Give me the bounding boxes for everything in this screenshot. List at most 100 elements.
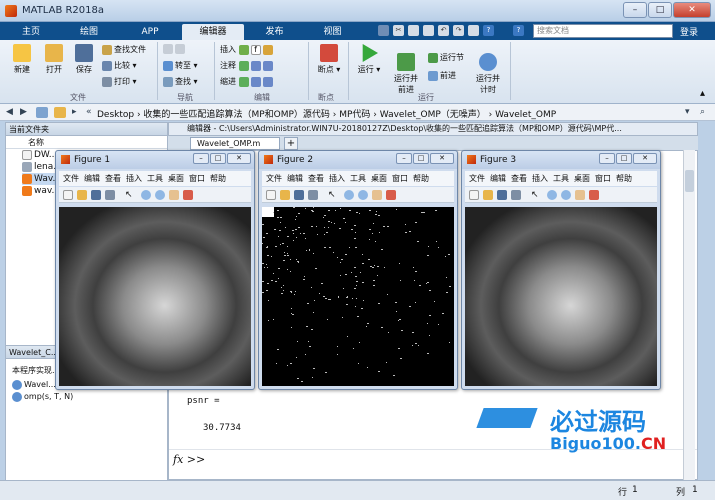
open-icon[interactable] [280, 190, 290, 200]
new-figure-icon[interactable] [63, 190, 73, 200]
menu-window[interactable]: 窗口 [595, 171, 611, 186]
copy-quick-icon[interactable] [408, 25, 419, 36]
redo-quick-icon[interactable]: ↷ [453, 25, 464, 36]
menu-view[interactable]: 查看 [511, 171, 527, 186]
breakpoints-button[interactable]: 断点 ▾ [314, 44, 344, 75]
vertical-scrollbar[interactable] [683, 150, 695, 480]
run-and-time-button[interactable]: 运行并 计时 [470, 44, 506, 95]
insert-button[interactable]: 插入 f [220, 44, 275, 55]
maximize-button[interactable]: □ [648, 2, 672, 18]
run-advance-button[interactable]: 运行并 前进 [388, 44, 424, 95]
menu-file[interactable]: 文件 [469, 171, 485, 186]
save-icon[interactable] [294, 190, 304, 200]
print-icon[interactable] [511, 190, 521, 200]
open-icon[interactable] [483, 190, 493, 200]
comment-button[interactable]: 注释 [220, 60, 275, 71]
run-button[interactable]: 运行 ▾ [354, 44, 384, 75]
menu-insert[interactable]: 插入 [126, 171, 142, 186]
search-input[interactable]: 搜索文档 [533, 24, 673, 38]
help-icon[interactable]: ? [513, 25, 524, 36]
zoom-out-icon[interactable] [155, 190, 165, 200]
menu-insert[interactable]: 插入 [329, 171, 345, 186]
minimize-button[interactable]: – [623, 2, 647, 18]
data-cursor-icon[interactable] [589, 190, 599, 200]
new-figure-icon[interactable] [469, 190, 479, 200]
maximize-button[interactable]: □ [413, 153, 429, 164]
compare-button[interactable]: 比较 ▾ [102, 60, 137, 71]
open-icon[interactable] [77, 190, 87, 200]
address-dropdown-icon[interactable]: ▾ [685, 107, 690, 117]
tab-plots[interactable]: 绘图 [60, 24, 118, 40]
up-folder-icon[interactable] [36, 107, 48, 118]
menu-desktop[interactable]: 桌面 [574, 171, 590, 186]
paste-quick-icon[interactable] [423, 25, 434, 36]
open-button[interactable]: 打开 [40, 44, 68, 75]
figure-3-window[interactable]: Figure 3 – □ ✕ 文件 编辑 查看 插入 工具 桌面 窗口 帮助 ↖ [461, 150, 661, 390]
add-tab-button[interactable]: + [284, 137, 298, 150]
close-button[interactable]: ✕ [673, 2, 711, 18]
pan-icon[interactable] [575, 190, 585, 200]
pointer-icon[interactable]: ↖ [125, 190, 135, 200]
print-icon[interactable] [105, 190, 115, 200]
menu-help[interactable]: 帮助 [616, 171, 632, 186]
menu-window[interactable]: 窗口 [392, 171, 408, 186]
figure-2-window[interactable]: Figure 2 – □ ✕ 文件 编辑 查看 插入 工具 桌面 窗口 帮助 ↖ [258, 150, 458, 390]
find-button[interactable]: 查找 ▾ [163, 76, 198, 87]
undo-quick-icon[interactable]: ↶ [438, 25, 449, 36]
save-quick-icon[interactable] [378, 25, 389, 36]
maximize-button[interactable]: □ [616, 153, 632, 164]
zoom-in-icon[interactable] [141, 190, 151, 200]
switch-windows-icon[interactable] [468, 25, 479, 36]
menu-insert[interactable]: 插入 [532, 171, 548, 186]
goto-button[interactable]: 转至 ▾ [163, 60, 198, 71]
save-icon[interactable] [497, 190, 507, 200]
close-button[interactable]: ✕ [633, 153, 657, 164]
tab-editor[interactable]: 编辑器 [182, 24, 244, 40]
menu-window[interactable]: 窗口 [189, 171, 205, 186]
print-icon[interactable] [308, 190, 318, 200]
menu-tools[interactable]: 工具 [147, 171, 163, 186]
print-button[interactable]: 打印 ▾ [102, 76, 137, 87]
zoom-out-icon[interactable] [561, 190, 571, 200]
address-search-icon[interactable]: ⌕ [700, 107, 705, 117]
collapse-ribbon-button[interactable]: ▴ [700, 88, 705, 99]
tab-home[interactable]: 主页 [5, 24, 57, 40]
minimize-button[interactable]: – [396, 153, 412, 164]
close-button[interactable]: ✕ [430, 153, 454, 164]
name-column-header[interactable]: 名称 [6, 136, 167, 149]
tab-apps[interactable]: APP [121, 24, 179, 40]
zoom-out-icon[interactable] [358, 190, 368, 200]
menu-edit[interactable]: 编辑 [490, 171, 506, 186]
tab-wavelet-omp[interactable]: Wavelet_OMP.m [190, 137, 280, 150]
tab-publish[interactable]: 发布 [247, 24, 302, 40]
new-figure-icon[interactable] [266, 190, 276, 200]
cut-quick-icon[interactable]: ✂ [393, 25, 404, 36]
save-button[interactable]: 保存 [70, 44, 98, 75]
address-path[interactable]: Desktop › 收集的一些匹配追踪算法（MP和OMP）源代码 › MP代码 … [97, 107, 556, 120]
menu-file[interactable]: 文件 [63, 171, 79, 186]
menu-view[interactable]: 查看 [105, 171, 121, 186]
login-link[interactable]: 登录 [680, 25, 698, 38]
pan-icon[interactable] [169, 190, 179, 200]
data-cursor-icon[interactable] [183, 190, 193, 200]
menu-edit[interactable]: 编辑 [84, 171, 100, 186]
menu-tools[interactable]: 工具 [553, 171, 569, 186]
maximize-button[interactable]: □ [210, 153, 226, 164]
figure-1-window[interactable]: Figure 1 – □ ✕ 文件 编辑 查看 插入 工具 桌面 窗口 帮助 ↖ [55, 150, 255, 390]
data-cursor-icon[interactable] [386, 190, 396, 200]
menu-file[interactable]: 文件 [266, 171, 282, 186]
close-button[interactable]: ✕ [227, 153, 251, 164]
zoom-in-icon[interactable] [547, 190, 557, 200]
new-button[interactable]: 新建 [8, 44, 36, 75]
zoom-in-icon[interactable] [344, 190, 354, 200]
help-quick-icon[interactable]: ? [483, 25, 494, 36]
menu-view[interactable]: 查看 [308, 171, 324, 186]
console-prompt[interactable]: fx >> [173, 453, 205, 466]
indent-button[interactable]: 缩进 [220, 76, 275, 87]
run-section-button[interactable]: 运行节 [428, 52, 464, 63]
menu-desktop[interactable]: 桌面 [168, 171, 184, 186]
nav-back-button[interactable] [163, 44, 187, 54]
scrollbar-thumb[interactable] [685, 170, 694, 192]
browse-folder-icon[interactable] [54, 107, 66, 118]
advance-button[interactable]: 前进 [428, 70, 456, 81]
